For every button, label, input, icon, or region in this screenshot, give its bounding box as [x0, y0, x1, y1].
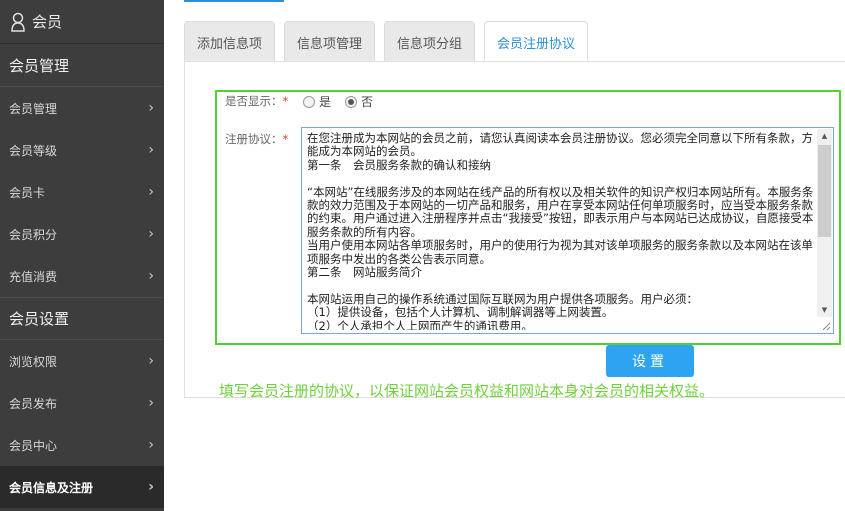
- chevron-right-icon: ›: [148, 479, 154, 495]
- chevron-right-icon: ›: [148, 226, 154, 242]
- sidebar-item-label: 会员等级: [9, 143, 58, 158]
- radio-option-no[interactable]: 否: [345, 93, 373, 110]
- sidebar-item-member-points[interactable]: 会员积分 ›: [0, 213, 164, 255]
- sidebar: 会员 会员管理 会员管理 › 会员等级 › 会员卡 › 会员积分 › 充值消费 › 会员设…: [0, 0, 164, 511]
- display-label-text: 是否显示：: [225, 94, 283, 108]
- sidebar-item-browse-permission[interactable]: 浏览权限 ›: [0, 340, 164, 382]
- sidebar-item-label: 会员管理: [9, 101, 58, 116]
- agreement-label: 注册协议：*: [225, 131, 288, 147]
- tab-add-info-item[interactable]: 添加信息项: [184, 21, 276, 62]
- chevron-right-icon: ›: [148, 184, 154, 200]
- chevron-right-icon: ›: [148, 395, 154, 411]
- agreement-label-text: 注册协议：: [225, 132, 283, 146]
- chevron-right-icon: ›: [148, 437, 154, 453]
- tab-registration-agreement[interactable]: 会员注册协议: [484, 21, 589, 63]
- agreement-text[interactable]: 在您注册成为本网站的会员之前，请您认真阅读本会员注册协议。您必须完全同意以下所有…: [307, 132, 815, 330]
- radio-no-label: 否: [361, 95, 374, 109]
- sidebar-item-label: 会员卡: [9, 185, 46, 200]
- sidebar-item-member-card[interactable]: 会员卡 ›: [0, 171, 164, 213]
- scroll-up-arrow-icon[interactable]: ▲: [817, 129, 832, 143]
- radio-no[interactable]: [345, 95, 358, 108]
- sidebar-item-member-publish[interactable]: 会员发布 ›: [0, 382, 164, 424]
- sidebar-item-label: 浏览权限: [9, 354, 58, 369]
- sidebar-item-member-center[interactable]: 会员中心 ›: [0, 424, 164, 466]
- sidebar-item-label: 会员发布: [9, 396, 58, 411]
- agreement-textarea[interactable]: 在您注册成为本网站的会员之前，请您认真阅读本会员注册协议。您必须完全同意以下所有…: [301, 127, 834, 334]
- scroll-down-arrow-icon[interactable]: ▼: [817, 303, 832, 317]
- radio-yes-label: 是: [319, 95, 332, 109]
- scrollbar[interactable]: ▲ ▼: [817, 129, 832, 317]
- sidebar-item-label: 充值消费: [9, 269, 58, 284]
- help-note: 填写会员注册的协议，以保证网站会员权益和网站本身对会员的相关权益。: [219, 382, 715, 400]
- radio-yes[interactable]: [303, 95, 315, 108]
- sidebar-item-member-management[interactable]: 会员管理 ›: [0, 87, 164, 129]
- sidebar-header: 会员: [0, 0, 164, 44]
- chevron-right-icon: ›: [148, 268, 154, 284]
- sidebar-group-member-settings: 会员设置: [0, 297, 164, 340]
- display-radio-group: 是 否: [303, 93, 387, 110]
- chevron-right-icon: ›: [148, 100, 154, 116]
- required-mark: *: [282, 94, 289, 108]
- tab-info-item-management[interactable]: 信息项管理: [284, 21, 376, 62]
- radio-option-yes[interactable]: 是: [303, 93, 331, 110]
- sidebar-item-label: 会员中心: [9, 438, 58, 453]
- sidebar-item-member-level[interactable]: 会员等级 ›: [0, 129, 164, 171]
- sidebar-group-member-management: 会员管理: [0, 44, 164, 87]
- sidebar-title: 会员: [32, 13, 63, 31]
- display-label: 是否显示：*: [225, 93, 288, 109]
- sidebar-item-recharge[interactable]: 充值消费 ›: [0, 255, 164, 297]
- user-icon: [11, 12, 25, 32]
- set-button[interactable]: 设置: [606, 345, 694, 377]
- sidebar-item-member-info-registration[interactable]: 会员信息及注册 ›: [0, 466, 164, 508]
- tab-bar: 添加信息项 信息项管理 信息项分组 会员注册协议: [184, 21, 597, 63]
- sidebar-item-label: 会员信息及注册: [9, 480, 94, 495]
- resize-handle-icon[interactable]: [822, 322, 831, 331]
- chevron-right-icon: ›: [148, 353, 154, 369]
- chevron-right-icon: ›: [148, 142, 154, 158]
- tab-info-item-group[interactable]: 信息项分组: [384, 21, 476, 62]
- top-accent-line: [184, 0, 284, 2]
- required-mark: *: [282, 132, 289, 146]
- scroll-thumb[interactable]: [818, 145, 831, 237]
- radio-selected-dot: [348, 98, 355, 105]
- sidebar-item-label: 会员积分: [9, 227, 58, 242]
